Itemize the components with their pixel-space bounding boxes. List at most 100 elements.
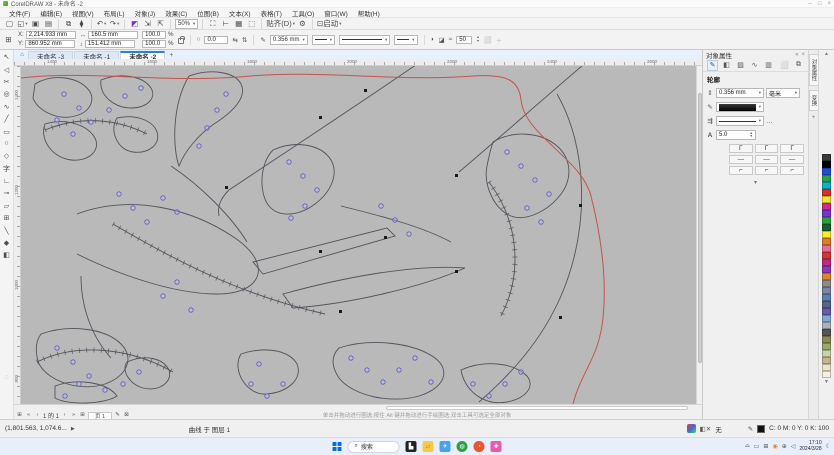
palette-swatch[interactable] xyxy=(822,217,831,224)
summary-section-tab[interactable]: ▥ xyxy=(763,60,774,71)
palette-swatch[interactable] xyxy=(822,252,831,259)
docker-outline-width-combo[interactable]: 0.356 mm▾ xyxy=(716,88,764,98)
two-point-line-tool-icon[interactable]: ╱ xyxy=(1,113,13,125)
search-content-icon[interactable]: ◩ xyxy=(129,18,140,29)
rotation-angle-field[interactable]: 0.0 xyxy=(204,36,228,44)
zoom-tool-icon[interactable]: ◎ xyxy=(1,88,13,100)
paste-icon[interactable]: ⧫ xyxy=(76,18,87,29)
fill-section-tab[interactable]: ◧ xyxy=(721,60,732,71)
smoothness-field[interactable]: 50 xyxy=(456,36,472,44)
pick-tool-icon[interactable]: ↖ xyxy=(1,51,13,63)
position-outside-button[interactable]: ⌐ xyxy=(729,166,753,175)
line-style-combo[interactable]: ▾ xyxy=(339,35,390,45)
docker-tab-object-properties[interactable]: 对象属性 xyxy=(809,54,819,86)
first-page-button[interactable]: « xyxy=(25,412,32,419)
palette-swatch[interactable] xyxy=(822,287,831,294)
taskbar-app-terminal-icon[interactable]: ▙ xyxy=(406,441,417,452)
to-curve-icon[interactable]: ◪ xyxy=(439,36,445,44)
drop-shadow-tool-icon[interactable]: ▱ xyxy=(1,200,13,212)
copy-icon[interactable]: ⧉ xyxy=(63,18,74,29)
cap-round-button[interactable]: — xyxy=(755,155,779,164)
palette-swatch[interactable] xyxy=(822,301,831,308)
palette-swatch[interactable] xyxy=(822,371,831,378)
launch-dropdown[interactable]: ⊡ 启动▾ xyxy=(317,18,342,29)
palette-swatch[interactable] xyxy=(822,196,831,203)
palette-swatch[interactable] xyxy=(822,175,831,182)
options-gear-icon[interactable]: ⚙ xyxy=(297,18,308,29)
add-page-button[interactable]: ⊞ xyxy=(79,412,86,419)
miter-limit-field[interactable]: 5.0 ▲▼ xyxy=(716,130,756,140)
color-proof-icon[interactable]: ⊠ xyxy=(123,412,130,419)
document-palette-icon[interactable] xyxy=(687,424,696,433)
line-style-picker[interactable]: ▾ xyxy=(716,116,764,126)
text-tool-icon[interactable]: 字 xyxy=(1,163,13,175)
cap-butt-button[interactable]: — xyxy=(729,155,753,164)
smoothness-stepper[interactable]: ▲▼ xyxy=(476,36,479,43)
tray-display-icon[interactable]: ▭ xyxy=(754,443,760,450)
palette-swatch[interactable] xyxy=(822,210,831,217)
palette-swatch[interactable] xyxy=(822,168,831,175)
show-rulers-icon[interactable]: ⊢ xyxy=(220,18,231,29)
add-docker-button[interactable]: + xyxy=(812,115,816,121)
palette-swatch[interactable] xyxy=(822,238,831,245)
docker-close-icon[interactable]: × xyxy=(801,52,805,58)
menu-help[interactable]: 帮助(H) xyxy=(353,8,385,18)
taskbar-app-browser-icon[interactable]: ◔ xyxy=(474,441,485,452)
taskbar-clock[interactable]: 17:10 2024/3/28 xyxy=(799,441,821,453)
palette-swatch[interactable] xyxy=(822,224,831,231)
eyedropper-tool-icon[interactable]: ╲ xyxy=(1,224,13,236)
taskbar-app-earth-icon[interactable]: ◍ xyxy=(457,441,468,452)
palette-swatch[interactable] xyxy=(822,203,831,210)
palette-scroll-up-icon[interactable]: ▲ xyxy=(824,50,829,58)
taskbar-search[interactable]: ⌕ 搜索 xyxy=(348,441,400,453)
menu-bitmaps[interactable]: 位图(B) xyxy=(192,8,224,18)
curve-section-tab[interactable]: ∿ xyxy=(749,60,760,71)
show-guidelines-icon[interactable]: ⬚ xyxy=(246,18,257,29)
object-width-field[interactable]: 160.5 mm xyxy=(88,31,138,39)
menu-effects[interactable]: 效果(C) xyxy=(160,8,192,18)
start-button[interactable] xyxy=(333,442,342,451)
y-position-field[interactable]: 860.952 mm xyxy=(25,40,75,48)
position-center-button[interactable]: ⌐ xyxy=(755,166,779,175)
fullscreen-preview-icon[interactable]: ⛶ xyxy=(207,18,218,29)
doc-tab-3-active[interactable]: 未命名 -2 xyxy=(120,51,165,59)
menu-text[interactable]: 文本(X) xyxy=(224,8,256,18)
object-height-field[interactable]: 151.412 mm xyxy=(85,40,135,48)
corner-round-button[interactable]: Γ xyxy=(755,144,779,153)
tray-grid-icon[interactable]: ⊞ xyxy=(763,443,768,450)
freehand-tool-icon[interactable]: ∿ xyxy=(1,101,13,113)
import-icon[interactable]: ⇲ xyxy=(142,18,153,29)
outline-unit-combo[interactable]: 毫米▾ xyxy=(766,88,800,98)
wrap-settings-icon[interactable]: ⬜ xyxy=(779,60,790,71)
vertical-scrollbar-thumb[interactable] xyxy=(698,93,702,363)
vertical-scrollbar[interactable] xyxy=(696,66,702,404)
palette-swatch[interactable] xyxy=(822,364,831,371)
menu-layout[interactable]: 布局(L) xyxy=(99,8,130,18)
cap-square-button[interactable]: — xyxy=(780,155,804,164)
menu-file[interactable]: 文件(F) xyxy=(4,8,35,18)
docker-expander-icon[interactable]: ▾ xyxy=(703,177,808,186)
menu-view[interactable]: 视图(V) xyxy=(67,8,99,18)
tray-headset-icon[interactable]: ⌓ xyxy=(745,443,750,450)
polygon-tool-icon[interactable]: ◇ xyxy=(1,150,13,162)
ellipse-tool-icon[interactable]: ○ xyxy=(1,138,13,150)
x-position-field[interactable]: 2,214.933 mm xyxy=(26,31,76,39)
palette-swatch[interactable] xyxy=(822,182,831,189)
palette-swatch[interactable] xyxy=(822,161,831,168)
menu-tools[interactable]: 工具(O) xyxy=(287,8,319,18)
scale-x-field[interactable]: 100.0 xyxy=(142,31,166,39)
start-arrow-combo[interactable]: ▾ xyxy=(312,35,335,45)
menu-edit[interactable]: 编辑(E) xyxy=(35,8,67,18)
scroll-mode-icon[interactable]: ⧉ xyxy=(793,60,804,71)
palette-swatch[interactable] xyxy=(822,259,831,266)
scale-y-field[interactable]: 100.0 xyxy=(142,40,166,48)
docker-tab-transform[interactable]: 变换 xyxy=(809,90,819,111)
show-grid-icon[interactable]: ▦ xyxy=(233,18,244,29)
palette-swatch[interactable] xyxy=(822,245,831,252)
palette-scroll-down-icon[interactable]: ▼ xyxy=(824,378,829,386)
horizontal-ruler[interactable]: 1400160018002000220024002600 xyxy=(14,59,702,66)
new-document-tab-button[interactable]: + xyxy=(166,52,176,59)
pen-proof-icon[interactable]: ✎ xyxy=(114,412,121,419)
lock-ratio-icon[interactable] xyxy=(178,38,184,44)
palette-swatch[interactable] xyxy=(822,315,831,322)
